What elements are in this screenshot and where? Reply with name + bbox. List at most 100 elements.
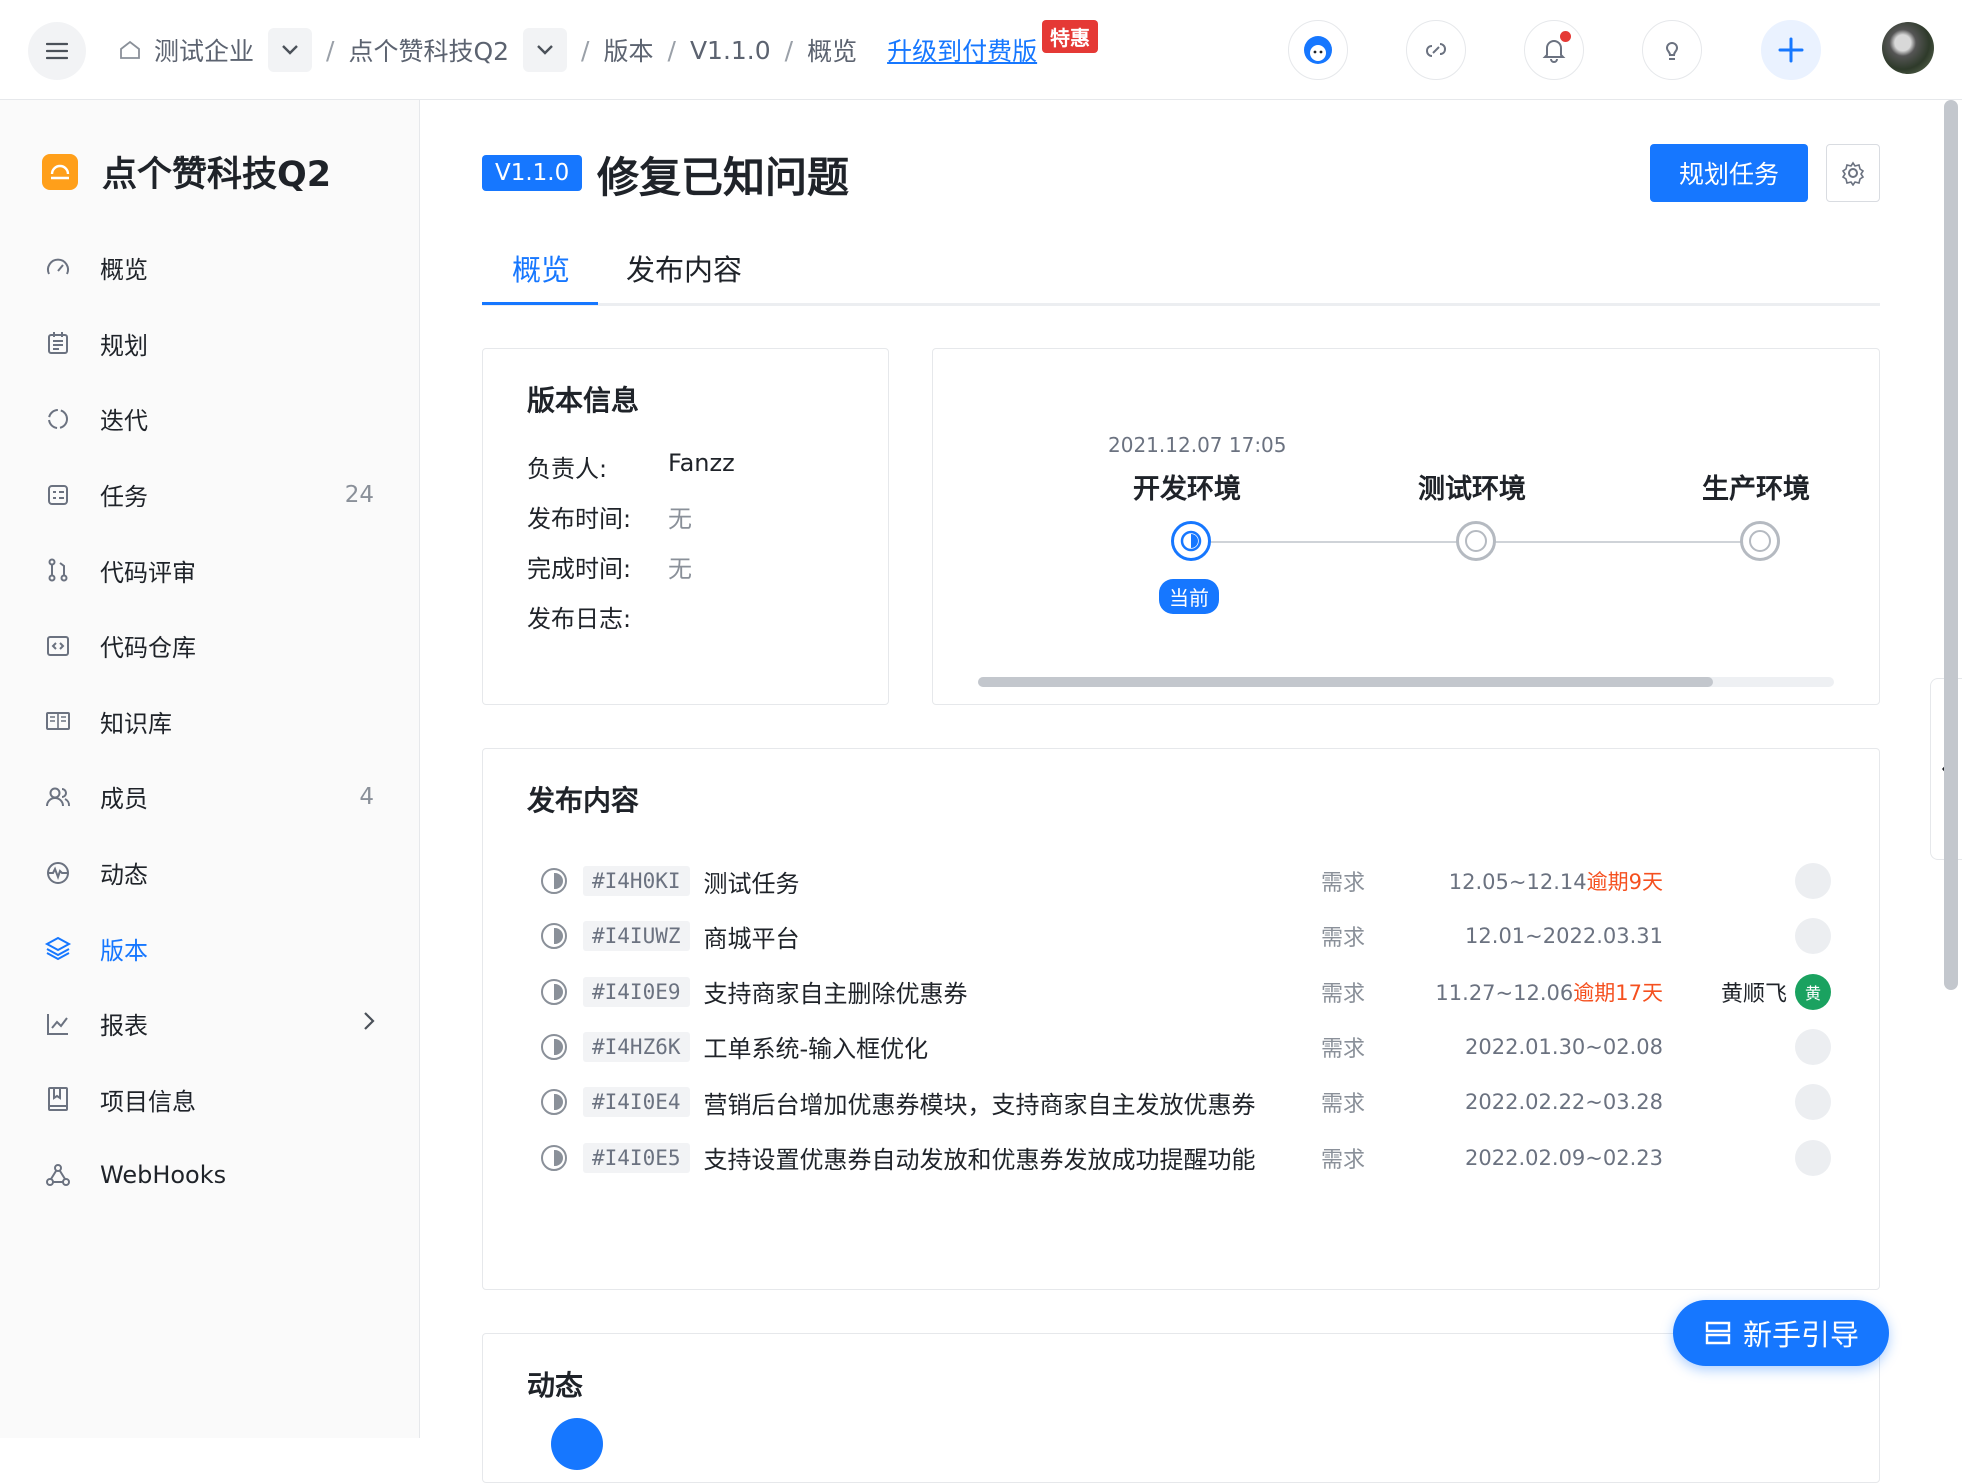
sidebar-item[interactable]: 报表 (0, 986, 420, 1062)
horizontal-scrollbar[interactable] (978, 677, 1834, 687)
status-in-progress-icon (541, 1089, 567, 1116)
menu-button[interactable] (28, 22, 86, 80)
vertical-scrollbar[interactable] (1944, 100, 1958, 1438)
dashboard-icon (42, 252, 74, 284)
item-title[interactable]: 商城平台 (704, 919, 800, 954)
project-dropdown[interactable] (523, 28, 568, 72)
item-type: 需求 (1321, 1147, 1366, 1173)
list-item[interactable]: #I4HZ6K 工单系统-输入框优化 需求 2022.01.30~02.08 (541, 1017, 1831, 1077)
env-dev-node[interactable] (1171, 521, 1211, 561)
item-type: 需求 (1321, 871, 1366, 896)
breadcrumb-versions[interactable]: 版本 (603, 32, 653, 68)
item-id: #I4I0E5 (583, 1142, 690, 1173)
sidebar-item[interactable]: 成员 4 (0, 759, 420, 835)
assistant-button[interactable] (1288, 20, 1348, 80)
assignee-name: 黄顺飞 (1720, 981, 1787, 1007)
env-test-node[interactable] (1456, 521, 1496, 561)
status-in-progress-icon (541, 868, 567, 894)
activity-card: 动态 (482, 1333, 1880, 1483)
tab-overview[interactable]: 概览 (512, 240, 570, 306)
item-type: 需求 (1321, 981, 1366, 1007)
breadcrumb-project[interactable]: 点个赞科技Q2 (348, 32, 509, 68)
item-date: 2022.02.22~03.28 (1465, 1090, 1663, 1114)
assignee[interactable] (1787, 918, 1831, 955)
item-date: 2022.01.30~02.08 (1465, 1035, 1663, 1059)
sidebar-item-label: 知识库 (100, 709, 172, 738)
notifications-button[interactable] (1524, 20, 1584, 80)
assignee-avatar: 黄 (1795, 973, 1831, 1010)
upgrade-link[interactable]: 升级到付费版 (887, 32, 1037, 68)
item-type: 需求 (1321, 926, 1366, 952)
date-range: 11.27~12.06 (1435, 980, 1574, 1005)
version-info-card: 版本信息 负责人: Fanzz 发布时间: 无 完成时间: 无 发布日志: (482, 348, 889, 705)
list-item[interactable]: #I4IUWZ 商城平台 需求 12.01~2022.03.31 (541, 906, 1831, 966)
sidebar-item[interactable]: 项目信息 (0, 1062, 420, 1138)
enterprise-dropdown[interactable] (268, 28, 313, 72)
link-button[interactable] (1406, 20, 1466, 80)
code-icon (42, 630, 74, 662)
sidebar-item-label: 动态 (100, 861, 148, 890)
overdue-label: 逾期9天 (1586, 870, 1663, 894)
list-item[interactable]: #I4I0E4 营销后台增加优惠券模块，支持商家自主发放优惠券 需求 2022.02.… (541, 1072, 1831, 1132)
release-content-card: 发布内容 #I4H0KI 测试任务 需求 12.05~12.14逾期9天 #I4IUWZ… (482, 748, 1880, 1290)
sidebar-item-label: 代码评审 (100, 558, 196, 587)
date-range: 12.05~12.14 (1448, 870, 1587, 894)
sidebar-item[interactable]: 迭代 (0, 381, 420, 457)
sidebar-item[interactable]: 知识库 (0, 684, 420, 760)
env-prod-node[interactable] (1740, 521, 1780, 561)
item-title[interactable]: 营销后台增加优惠券模块，支持商家自主发放优惠券 (704, 1085, 1256, 1120)
sidebar-item-label: 代码仓库 (100, 634, 196, 663)
sidebar-item[interactable]: 动态 (0, 835, 420, 911)
assignee[interactable]: 黄顺飞黄 (1720, 973, 1831, 1010)
assignee[interactable] (1787, 863, 1831, 899)
current-env-time: 2021.12.07 17:05 (1108, 433, 1287, 457)
assignee[interactable] (1787, 1084, 1831, 1121)
project-header[interactable]: 点个赞科技Q2 (42, 146, 331, 197)
sidebar-item[interactable]: 版本 (0, 910, 420, 986)
sidebar-item[interactable]: 代码仓库 (0, 608, 420, 684)
assignee[interactable] (1787, 1028, 1831, 1065)
env-prod-label: 生产环境 (1702, 474, 1810, 505)
tab-release-content[interactable]: 发布内容 (626, 240, 742, 306)
sidebar-item[interactable]: 代码评审 (0, 532, 420, 608)
item-id: #I4HZ6K (583, 1031, 690, 1062)
pull-request-icon (42, 554, 74, 586)
date-range: 2022.01.30~02.08 (1465, 1034, 1663, 1059)
sidebar-item-label: 规划 (100, 331, 148, 360)
settings-button[interactable] (1826, 144, 1880, 202)
item-date: 11.27~12.06逾期17天 (1435, 977, 1663, 1007)
list-item[interactable]: #I4I0E5 支持设置优惠券自动发放和优惠券发放成功提醒功能 需求 2022.02.… (541, 1128, 1831, 1188)
sidebar-item-label: WebHooks (100, 1160, 227, 1189)
create-button[interactable] (1761, 20, 1821, 80)
user-avatar[interactable] (1882, 22, 1934, 74)
sidebar-item[interactable]: 规划 (0, 306, 420, 382)
sidebar-item[interactable]: 概览 (0, 230, 420, 306)
notification-dot (1560, 31, 1571, 42)
unassigned-avatar (1795, 1028, 1831, 1065)
item-id: #I4I0E4 (583, 1087, 690, 1118)
sidebar-item[interactable]: 任务 24 (0, 457, 420, 533)
item-title[interactable]: 支持设置优惠券自动发放和优惠券发放成功提醒功能 (704, 1140, 1256, 1175)
list-item[interactable]: #I4I0E9 支持商家自主删除优惠券 需求 11.27~12.06逾期17天 黄顺飞黄 (541, 962, 1831, 1022)
item-title[interactable]: 支持商家自主删除优惠券 (704, 974, 968, 1009)
breadcrumb-enterprise[interactable]: 测试企业 (154, 32, 254, 68)
tips-button[interactable] (1642, 20, 1702, 80)
item-title[interactable]: 工单系统-输入框优化 (704, 1029, 929, 1064)
task-icon (42, 479, 74, 511)
layers-icon (42, 932, 74, 964)
info-label: 发布时间: (527, 505, 632, 533)
status-in-progress-icon (541, 978, 567, 1005)
item-title[interactable]: 测试任务 (704, 864, 800, 899)
sidebar-item[interactable]: WebHooks (0, 1137, 420, 1213)
chart-icon (42, 1008, 74, 1040)
breadcrumb-version[interactable]: V1.1.0 (690, 36, 771, 65)
unassigned-avatar (1795, 1139, 1831, 1176)
tab-indicator (482, 302, 598, 305)
assignee[interactable] (1787, 1139, 1831, 1176)
plus-icon (1778, 37, 1804, 63)
list-item[interactable]: #I4H0KI 测试任务 需求 12.05~12.14逾期9天 (541, 851, 1831, 911)
plan-task-button[interactable]: 规划任务 (1650, 144, 1808, 202)
half-circle-icon (1180, 530, 1202, 552)
info-finish-time: 完成时间: 无 (527, 549, 692, 584)
beginner-guide-button[interactable]: 新手引导 (1673, 1300, 1889, 1366)
